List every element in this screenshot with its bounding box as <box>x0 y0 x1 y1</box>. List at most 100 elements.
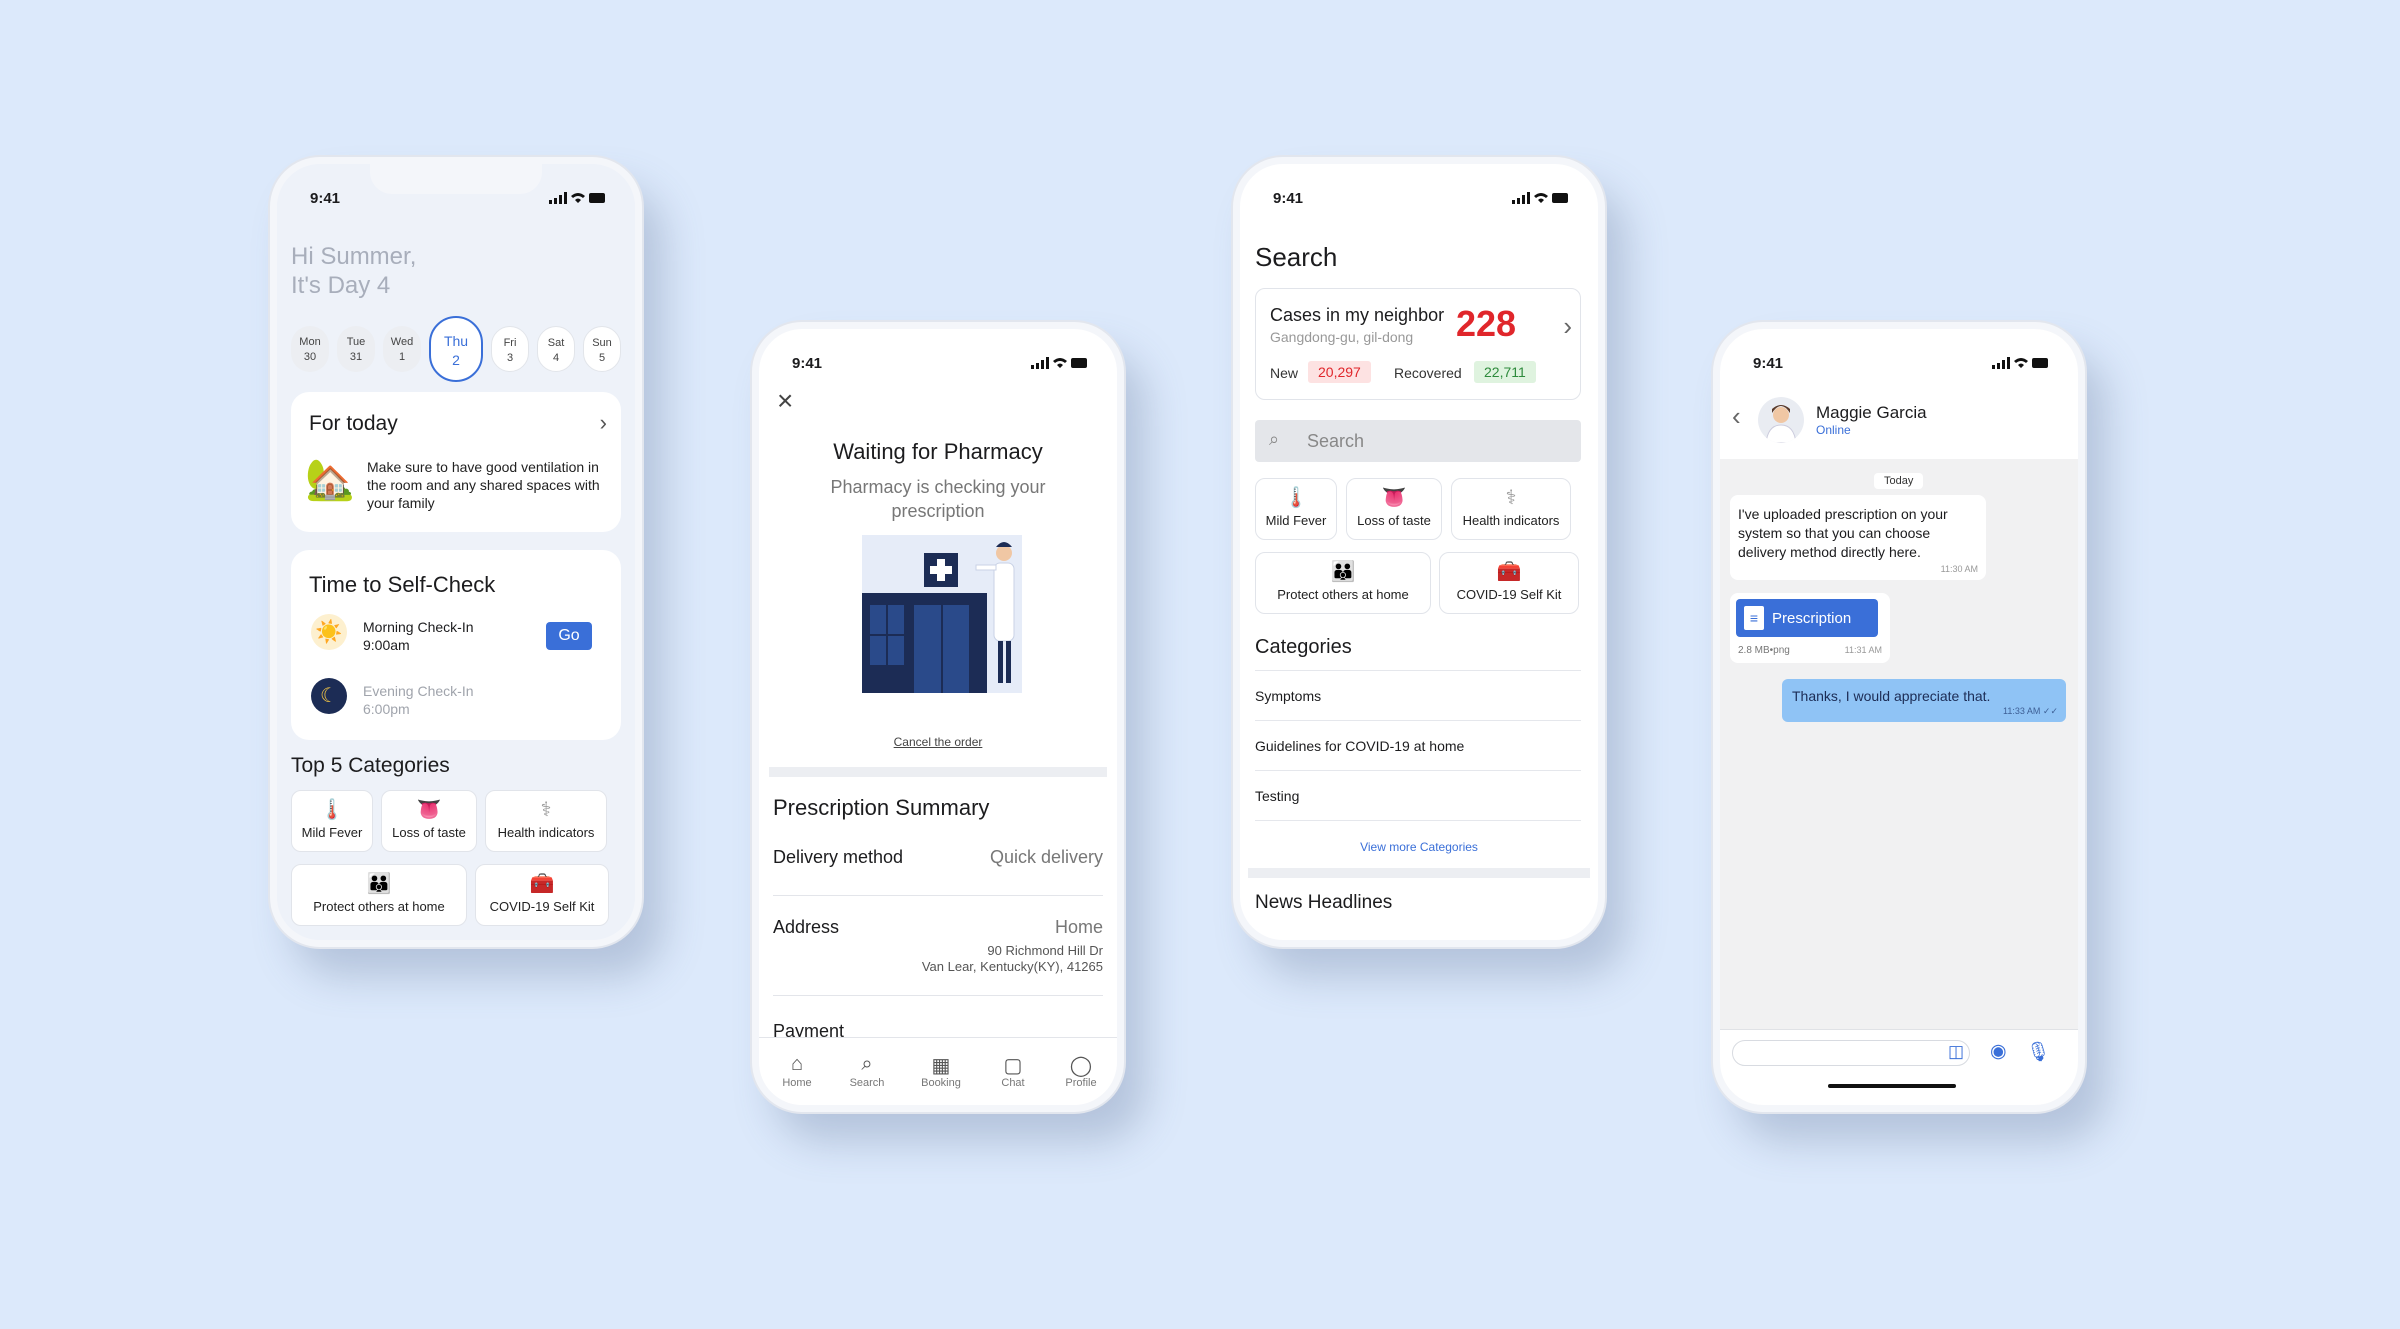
mouth-icon: 👅 <box>1381 487 1407 509</box>
chip-health-indicators[interactable]: ⚕ Health indicators <box>485 790 607 852</box>
search-title: Search <box>1255 242 1338 272</box>
nav-booking[interactable]: ▦ Booking <box>911 1053 971 1089</box>
divider <box>769 767 1107 777</box>
cases-location: Gangdong-gu, gil-dong <box>1270 329 1414 345</box>
calendar-icon: ▦ <box>931 1055 951 1077</box>
category-label: Guidelines for COVID-19 at home <box>1255 738 1465 754</box>
chip-label: Health indicators <box>1462 513 1560 528</box>
day-num: 1 <box>398 351 406 363</box>
nav-profile[interactable]: ◯ Profile <box>1051 1053 1111 1089</box>
status-bar: 9:41 <box>277 186 635 210</box>
message-time: 11:30 AM <box>1940 564 1978 574</box>
day-num: 3 <box>506 352 514 364</box>
day-num: 30 <box>303 351 317 363</box>
message-text: I've uploaded prescription on your syste… <box>1738 506 1948 560</box>
address-line2: Van Lear, Kentucky(KY), 41265 <box>921 959 1103 974</box>
week-strip: Mon 30 Tue 31 Wed 1 Thu 2 Fri 3 Sat 4 Sun 5 <box>291 316 631 382</box>
category-list: Symptoms Guidelines for COVID-19 at home… <box>1255 670 1581 821</box>
chip-label: Loss of taste <box>1357 513 1431 528</box>
profile-icon: ◯ <box>1069 1055 1093 1077</box>
phone-search: 9:41 Search Cases in my neighbor Gangdon… <box>1233 157 1605 947</box>
avatar <box>1758 397 1804 443</box>
file-time: 11:31 AM <box>1844 645 1882 655</box>
phone-home: 9:41 Hi Summer, It's Day 4 Mon 30 Tue 31 W… <box>270 157 642 947</box>
day-name: Tue <box>346 336 366 348</box>
search-input[interactable]: Search <box>1307 431 1364 452</box>
chip-protect-others[interactable]: 👪 Protect others at home <box>1255 552 1431 614</box>
chip-health-indicators[interactable]: ⚕ Health indicators <box>1451 478 1571 540</box>
recovered-label: Recovered <box>1394 365 1462 381</box>
mouth-icon: 👅 <box>416 799 442 821</box>
day-name: Sun <box>592 337 612 349</box>
view-more-link[interactable]: View more Categories <box>1240 840 1598 854</box>
close-icon[interactable]: × <box>777 385 793 417</box>
nav-label: Profile <box>1065 1077 1097 1089</box>
chip-label: Mild Fever <box>1265 513 1327 528</box>
day-mon[interactable]: Mon 30 <box>291 326 329 372</box>
delivery-value: Quick delivery <box>989 847 1103 867</box>
chip-label: Protect others at home <box>313 899 445 914</box>
recovered-value: 22,711 <box>1474 361 1536 383</box>
day-wed[interactable]: Wed 1 <box>383 326 421 372</box>
day-sun[interactable]: Sun 5 <box>583 326 621 372</box>
day-name: Mon <box>299 336 321 348</box>
categories-title: Categories <box>1255 636 1352 658</box>
message-input[interactable] <box>1732 1040 1970 1066</box>
cases-card[interactable]: Cases in my neighbor Gangdong-gu, gil-do… <box>1255 288 1581 400</box>
category-row[interactable]: Testing <box>1255 770 1581 821</box>
phone-pharmacy: 9:41 × Waiting for Pharmacy Pharmacy is … <box>752 322 1124 1112</box>
for-today-card[interactable]: For today › 🏡 Make sure to have good ven… <box>291 392 621 532</box>
nav-chat[interactable]: ▢ Chat <box>983 1053 1043 1089</box>
day-thu-selected[interactable]: Thu 2 <box>429 316 483 382</box>
sun-icon: ☀️ <box>311 614 347 650</box>
moon-icon: ☾ <box>311 678 347 714</box>
evening-time: 6:00pm <box>363 701 410 717</box>
divider <box>1248 868 1590 878</box>
status-time: 9:41 <box>310 190 341 207</box>
thermometer-icon: 🌡️ <box>319 799 345 821</box>
nav-home[interactable]: ⌂ Home <box>767 1053 827 1089</box>
chevron-right-icon[interactable]: › <box>600 410 607 436</box>
divider <box>773 995 1103 996</box>
chip-mild-fever[interactable]: 🌡️ Mild Fever <box>1255 478 1337 540</box>
chip-loss-of-taste[interactable]: 👅 Loss of taste <box>381 790 477 852</box>
pharmacy-illustration <box>862 535 1022 693</box>
category-row[interactable]: Guidelines for COVID-19 at home <box>1255 720 1581 770</box>
search-box[interactable]: ⌕ Search <box>1255 420 1581 462</box>
day-tue[interactable]: Tue 31 <box>337 326 375 372</box>
day-name: Fri <box>503 337 517 349</box>
cancel-order-link[interactable]: Cancel the order <box>759 735 1117 749</box>
contact-name: Maggie Garcia <box>1816 403 1927 422</box>
camera-icon[interactable]: ◉ <box>1990 1040 2007 1063</box>
nav-label: Home <box>782 1077 812 1089</box>
new-value: 20,297 <box>1308 361 1371 383</box>
status-icons <box>549 192 605 204</box>
chip-self-kit[interactable]: 🧰 COVID-19 Self Kit <box>475 864 609 926</box>
evening-label: Evening Check-In <box>363 683 474 699</box>
chip-protect-others[interactable]: 👪 Protect others at home <box>291 864 467 926</box>
nav-search[interactable]: ⌕ Search <box>837 1053 897 1089</box>
category-row[interactable]: Symptoms <box>1255 670 1581 720</box>
mic-icon[interactable]: 🎙 <box>2026 1040 2050 1064</box>
address-line1: 90 Richmond Hill Dr <box>987 943 1103 958</box>
day-name: Wed <box>390 336 414 348</box>
pharmacy-title: Waiting for Pharmacy <box>833 439 1043 464</box>
search-icon: ⌕ <box>1269 429 1280 449</box>
stethoscope-icon: ⚕ <box>1505 487 1517 509</box>
for-today-text: Make sure to have good ventilation in th… <box>367 459 600 511</box>
go-button[interactable]: Go <box>546 622 592 650</box>
day-fri[interactable]: Fri 3 <box>491 326 529 372</box>
file-attachment[interactable]: ≡ Prescription <box>1736 599 1878 637</box>
nav-label: Search <box>849 1077 885 1089</box>
pharmacy-subtitle: Pharmacy is checking your prescription <box>830 477 1046 521</box>
chip-mild-fever[interactable]: 🌡️ Mild Fever <box>291 790 373 852</box>
self-check-card: Time to Self-Check ☀️ Morning Check-In 9… <box>291 550 621 740</box>
file-name: Prescription <box>1772 610 1852 627</box>
back-icon[interactable]: ‹ <box>1732 401 1741 432</box>
contact-status: Online <box>1816 423 1851 437</box>
file-message[interactable]: ≡ Prescription 2.8 MB•png 11:31 AM <box>1730 593 1890 663</box>
chip-self-kit[interactable]: 🧰 COVID-19 Self Kit <box>1439 552 1579 614</box>
day-sat[interactable]: Sat 4 <box>537 326 575 372</box>
sticker-icon[interactable]: ◫ <box>1948 1042 1964 1062</box>
chip-loss-of-taste[interactable]: 👅 Loss of taste <box>1346 478 1442 540</box>
